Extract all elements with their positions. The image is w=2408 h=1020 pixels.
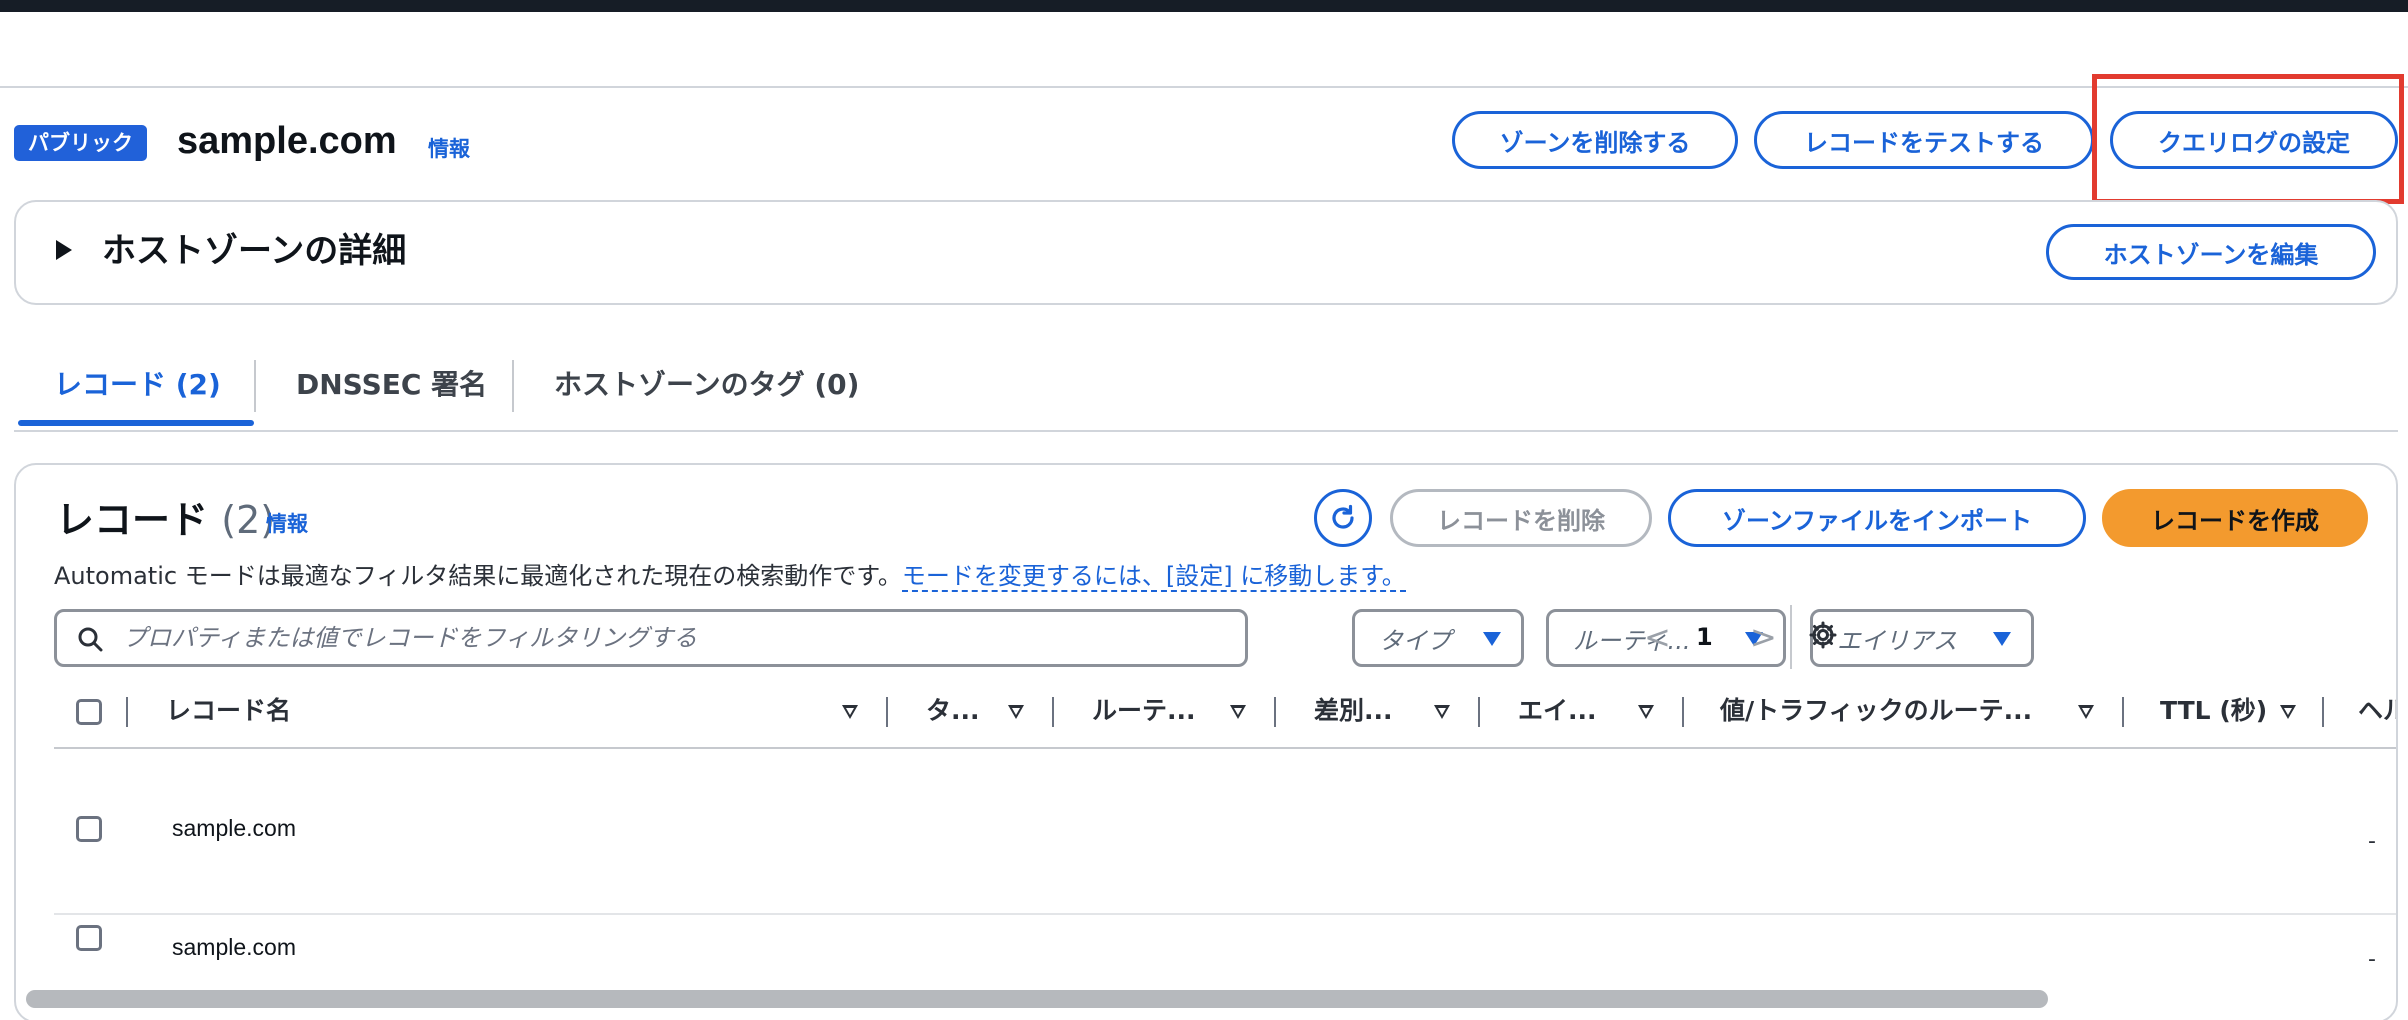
search-input[interactable] <box>123 620 1223 656</box>
column-separator <box>1682 697 1684 727</box>
gear-icon[interactable] <box>1808 620 1838 650</box>
sort-icon[interactable] <box>1434 705 1450 719</box>
record-name-cell[interactable]: sample.com <box>172 813 296 843</box>
delete-record-button[interactable]: レコードを削除 <box>1390 489 1652 547</box>
column-header-name[interactable]: レコード名 <box>166 693 291 729</box>
current-page-number[interactable]: 1 <box>1696 619 1713 655</box>
mode-text: Automatic モードは最適なフィルタ結果に最適化された現在の検索動作です。 <box>54 562 902 590</box>
search-icon <box>78 627 103 652</box>
column-separator <box>1274 697 1276 727</box>
column-separator <box>2122 697 2124 727</box>
alias-filter-label: エイリアス <box>1837 626 1957 655</box>
import-zone-file-button[interactable]: ゾーンファイルをインポート <box>1668 489 2086 547</box>
sort-icon[interactable] <box>2078 705 2094 719</box>
column-separator <box>2322 697 2324 727</box>
sort-icon[interactable] <box>1008 705 1024 719</box>
records-heading: レコード (2) <box>56 495 275 545</box>
tab-separator <box>512 360 514 412</box>
column-header-type[interactable]: タ... <box>926 693 980 729</box>
create-record-button[interactable]: レコードを作成 <box>2102 489 2368 547</box>
next-page-button[interactable]: > <box>1750 619 1777 655</box>
public-badge: パブリック <box>14 125 147 161</box>
hosted-zone-details-panel[interactable]: ホストゾーンの詳細 ホストゾーンを編集 <box>14 200 2398 305</box>
record-ttl-cell: - <box>2368 947 2376 972</box>
dropdown-arrow-icon <box>1483 632 1501 646</box>
expand-caret-icon[interactable] <box>56 240 72 260</box>
highlight-annotation-box <box>2092 74 2404 204</box>
alias-filter-select[interactable]: エイリアス <box>1810 609 2034 667</box>
column-header-health[interactable]: ヘル <box>2358 693 2396 729</box>
tab-separator <box>254 360 256 412</box>
sort-icon[interactable] <box>842 705 858 719</box>
column-header-value[interactable]: 値/トラフィックのルーテ... <box>1720 693 2032 729</box>
title-info-link[interactable]: 情報 <box>428 133 470 163</box>
column-separator <box>886 697 888 727</box>
row-checkbox[interactable] <box>76 925 102 951</box>
record-ttl-cell: - <box>2368 829 2376 854</box>
sort-icon[interactable] <box>1638 705 1654 719</box>
column-header-alias[interactable]: エイ... <box>1518 693 1597 729</box>
select-all-checkbox[interactable] <box>76 699 102 725</box>
column-header-differentiator[interactable]: 差別... <box>1314 693 1393 729</box>
delete-zone-button[interactable]: ゾーンを削除する <box>1452 111 1738 169</box>
dropdown-arrow-icon <box>1993 632 2011 646</box>
record-name-cell[interactable]: sample.com <box>172 932 296 962</box>
horizontal-scrollbar-thumb[interactable] <box>26 990 2048 1008</box>
row-checkbox[interactable] <box>76 816 102 842</box>
type-filter-label: タイプ <box>1379 626 1451 655</box>
tab-dnssec[interactable]: DNSSEC 署名 <box>296 362 487 408</box>
records-info-link[interactable]: 情報 <box>266 508 308 538</box>
column-separator <box>126 697 128 727</box>
table-header-divider <box>54 747 2396 749</box>
mode-settings-link[interactable]: モードを変更するには、[設定] に移動します。 <box>901 562 1406 592</box>
records-panel: レコード (2) 情報 Automatic モードは最適なフィルタ結果に最適化さ… <box>14 463 2398 1020</box>
sort-icon[interactable] <box>1230 705 1246 719</box>
page-title: sample.com <box>177 120 397 162</box>
tabs-divider <box>14 430 2398 432</box>
test-record-button[interactable]: レコードをテストする <box>1754 111 2094 169</box>
tab-records[interactable]: レコード (2) <box>54 362 221 408</box>
header-divider <box>0 86 2408 88</box>
column-header-ttl[interactable]: TTL (秒) <box>2160 693 2267 729</box>
top-navigation-bar <box>0 0 2408 12</box>
pager-separator <box>1790 605 1792 669</box>
refresh-button[interactable] <box>1314 489 1372 547</box>
type-filter-select[interactable]: タイプ <box>1352 609 1524 667</box>
column-separator <box>1052 697 1054 727</box>
refresh-icon <box>1332 504 1354 529</box>
sort-icon[interactable] <box>2280 705 2296 719</box>
active-tab-indicator <box>18 420 254 426</box>
records-title: レコード <box>56 498 209 542</box>
previous-page-button[interactable]: < <box>1644 619 1671 655</box>
search-mode-description: Automatic モードは最適なフィルタ結果に最適化された現在の検索動作です。… <box>54 559 1406 593</box>
table-row-divider <box>54 913 2396 915</box>
routing-filter-label: ルーティ... <box>1573 626 1691 655</box>
edit-hosted-zone-button[interactable]: ホストゾーンを編集 <box>2046 224 2376 280</box>
column-header-routing[interactable]: ルーテ... <box>1092 693 1196 729</box>
record-search-box[interactable] <box>54 609 1248 667</box>
details-title: ホストゾーンの詳細 <box>102 231 407 271</box>
tab-hosted-zone-tags[interactable]: ホストゾーンのタグ (0) <box>554 362 859 408</box>
column-separator <box>1478 697 1480 727</box>
